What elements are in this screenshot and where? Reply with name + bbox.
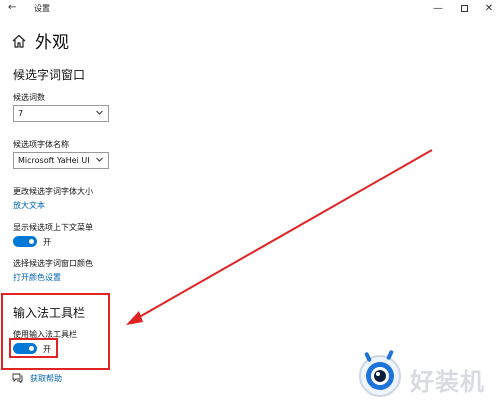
page-title: 外观 xyxy=(35,33,69,53)
maximize-icon[interactable] xyxy=(451,1,477,17)
eye-logo-icon xyxy=(359,350,401,397)
help-icon xyxy=(12,373,23,383)
font-name-value: Microsoft YaHei UI xyxy=(18,156,90,165)
font-name-select[interactable]: Microsoft YaHei UI xyxy=(13,152,109,169)
section-title-ime-toolbar: 输入法工具栏 xyxy=(13,306,86,320)
watermark-text: 好装机 xyxy=(410,368,485,396)
home-icon[interactable] xyxy=(12,34,26,48)
toggle-knob xyxy=(29,239,34,244)
open-color-settings-link[interactable]: 打开颜色设置 xyxy=(13,272,61,283)
section-title-candidate-window: 候选字词窗口 xyxy=(13,68,86,82)
ime-toolbar-toggle-state: 开 xyxy=(43,345,51,354)
font-name-label: 候选项字体名称 xyxy=(13,140,69,149)
candidate-count-select[interactable]: 7 xyxy=(13,105,109,122)
chevron-down-icon xyxy=(96,157,103,162)
get-help-link[interactable]: 获取帮助 xyxy=(30,373,62,384)
font-size-label: 更改候选字词字体大小 xyxy=(13,187,93,196)
back-arrow-icon[interactable]: ← xyxy=(8,2,16,13)
title-bar: ← 设置 — ✕ xyxy=(0,0,500,18)
candidate-count-label: 候选词数 xyxy=(13,93,45,102)
chevron-down-icon xyxy=(96,110,103,115)
candidate-count-value: 7 xyxy=(18,109,24,118)
ime-toolbar-toggle[interactable] xyxy=(13,343,37,354)
window-color-label: 选择候选字词窗口颜色 xyxy=(13,259,93,268)
enlarge-text-link[interactable]: 放大文本 xyxy=(13,200,45,211)
toggle-knob xyxy=(29,346,34,351)
context-menu-label: 显示候选项上下文菜单 xyxy=(13,223,93,232)
window-title: 设置 xyxy=(34,4,50,13)
watermark: 好装机 xyxy=(358,346,498,404)
context-menu-toggle-state: 开 xyxy=(43,238,51,247)
close-icon[interactable]: ✕ xyxy=(476,1,500,17)
minimize-icon[interactable]: — xyxy=(425,1,451,17)
context-menu-toggle[interactable] xyxy=(13,236,37,247)
